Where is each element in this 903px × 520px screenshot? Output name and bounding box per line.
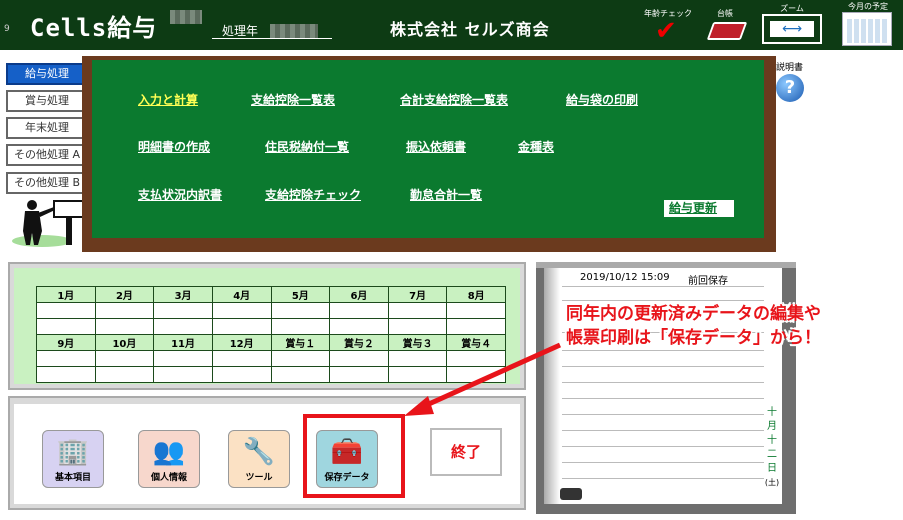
date-char: 日	[767, 463, 777, 474]
divider	[562, 300, 764, 301]
menu-create-statement[interactable]: 明細書の作成	[138, 138, 210, 155]
divider	[562, 366, 764, 367]
month-cell[interactable]: 4月	[211, 286, 272, 303]
year-underline	[212, 38, 332, 39]
exit-button[interactable]: 終了	[430, 428, 502, 476]
divider	[562, 286, 764, 287]
question-icon[interactable]: ?	[776, 74, 804, 102]
menu-envelope-print[interactable]: 給与袋の印刷	[566, 91, 638, 108]
callout-text: 同年内の更新済みデータの編集や 帳票印刷は「保存データ」から！	[566, 302, 821, 350]
date-char: 二	[767, 449, 777, 460]
divider	[562, 430, 764, 431]
sidebar-item-salary[interactable]: 給与処理	[6, 63, 88, 85]
divider	[562, 462, 764, 463]
sidebar-item-bonus[interactable]: 賞与処理	[6, 90, 88, 112]
tools-label: ツール	[245, 473, 273, 483]
last-save-datetime: 2019/10/12 15:09	[580, 272, 670, 283]
red-book-icon[interactable]	[706, 22, 748, 40]
date-char: 十	[767, 435, 777, 446]
save-data-highlight	[303, 414, 405, 498]
menu-deduction-check[interactable]: 支給控除チェック	[265, 186, 361, 203]
month-cell[interactable]: 7月	[387, 286, 448, 303]
month-cell[interactable]: 8月	[446, 286, 506, 303]
basic-items-label: 基本項目	[54, 473, 91, 483]
month-cell[interactable]: 5月	[270, 286, 331, 303]
redacted-year	[270, 24, 318, 38]
version-number: 9	[4, 24, 10, 34]
sidebar-item-other-a[interactable]: その他処理 A	[6, 144, 88, 166]
red-check-icon[interactable]: ✔	[655, 18, 677, 44]
zoom-arrows-icon: ⟷	[781, 21, 803, 37]
processing-year-label: 処理年	[222, 24, 259, 38]
zoom-label: ズーム	[780, 4, 804, 13]
divider	[562, 398, 764, 399]
sidebar-item-other-b[interactable]: その他処理 B	[6, 172, 88, 194]
ledger-label: 台帳	[717, 9, 733, 18]
divider	[562, 478, 764, 479]
month-cell[interactable]: 6月	[329, 286, 389, 303]
month-plan-label: 今月の予定	[848, 2, 888, 11]
month-cell[interactable]: 10月	[94, 334, 155, 351]
scroll-roller	[560, 488, 582, 500]
menu-denomination[interactable]: 金種表	[518, 138, 554, 155]
redacted-field	[170, 10, 202, 24]
teacher-figure-icon	[12, 200, 85, 247]
callout-line: 帳票印刷は「保存データ」から！	[566, 328, 821, 348]
basic-items-button[interactable]: 🏢 基本項目	[42, 430, 104, 488]
building-icon: 🏢	[56, 437, 90, 467]
divider	[562, 350, 764, 351]
divider	[562, 414, 764, 415]
personal-info-label: 個人情報	[150, 473, 187, 483]
month-cell[interactable]: 3月	[153, 286, 213, 303]
company-name: 株式会社 セルズ商会	[390, 20, 550, 39]
last-save-label: 前回保存	[688, 276, 728, 287]
date-char: 月	[767, 421, 777, 432]
bonus-cell[interactable]: 賞与３	[387, 334, 448, 351]
month-grid: 1月 2月 3月 4月 5月 6月 7月 8月 9月 10月 11月 12月 賞…	[36, 286, 506, 383]
date-char: 十	[767, 407, 777, 418]
date-char: (土)	[764, 478, 780, 487]
wrench-icon: 🔧	[242, 437, 276, 467]
app-title: Cells給与	[30, 14, 158, 42]
bonus-cell[interactable]: 賞与４	[446, 334, 506, 351]
month-cell[interactable]: 12月	[211, 334, 272, 351]
callout-line: 同年内の更新済みデータの編集や	[566, 304, 821, 324]
salary-update-button[interactable]: 給与更新	[664, 200, 734, 217]
month-cell[interactable]: 11月	[153, 334, 213, 351]
month-cell[interactable]: 9月	[36, 334, 96, 351]
scroll-edge	[544, 268, 560, 504]
menu-payment-breakdown[interactable]: 支払状況内訳書	[138, 186, 222, 203]
menu-input-calc[interactable]: 入力と計算	[138, 91, 198, 108]
people-icon: 👥	[152, 437, 186, 467]
personal-info-button[interactable]: 👥 個人情報	[138, 430, 200, 488]
menu-total-deduction-list[interactable]: 合計支給控除一覧表	[400, 91, 508, 108]
menu-resident-tax[interactable]: 住民税納付一覧	[265, 138, 349, 155]
menu-deduction-list[interactable]: 支給控除一覧表	[251, 91, 335, 108]
menu-transfer-request[interactable]: 振込依頼書	[406, 138, 466, 155]
divider	[562, 382, 764, 383]
menu-attendance-total[interactable]: 勤怠合計一覧	[410, 186, 482, 203]
bonus-cell[interactable]: 賞与２	[329, 334, 389, 351]
calendar-icon[interactable]	[842, 12, 892, 46]
tools-button[interactable]: 🔧 ツール	[228, 430, 290, 488]
divider	[562, 446, 764, 447]
sidebar-item-yearend[interactable]: 年末処理	[6, 117, 88, 139]
bonus-cell[interactable]: 賞与１	[270, 334, 331, 351]
month-cell[interactable]: 2月	[94, 286, 155, 303]
manual-label: 説明書	[776, 63, 804, 73]
month-cell[interactable]: 1月	[36, 286, 96, 303]
vertical-date: 十 月 十 二 日 (土)	[764, 406, 780, 490]
